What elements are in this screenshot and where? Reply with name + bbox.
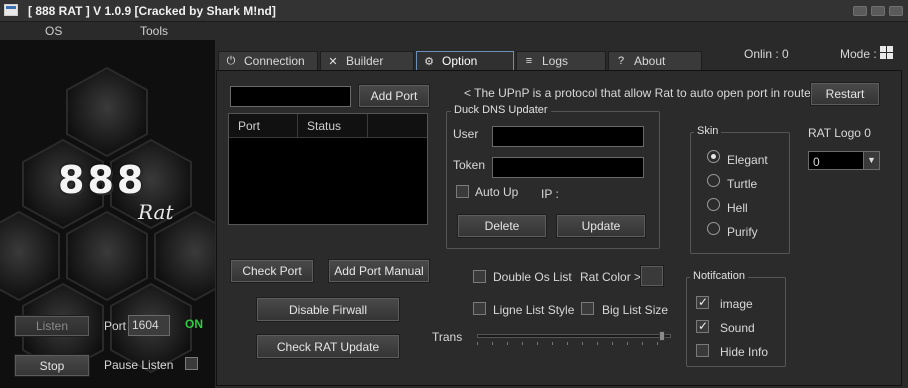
listen-status-badge: ON [185, 317, 203, 331]
menu-tools[interactable]: Tools [140, 24, 168, 38]
skin-radio-purify[interactable] [707, 222, 720, 235]
menu-bar: OS Tools [0, 22, 908, 40]
port-table[interactable]: Port Status [228, 113, 428, 225]
title-bar: [ 888 RAT ] V 1.0.9 [Cracked by Shark M!… [0, 0, 908, 22]
ip-label: IP : [541, 187, 559, 201]
trans-slider[interactable] [477, 331, 671, 345]
trans-slider-track [477, 334, 671, 338]
online-count: Onlin : 0 [744, 47, 789, 61]
check-update-button[interactable]: Check RAT Update [256, 334, 400, 359]
duck-dns-title: Duck DNS Updater [451, 104, 551, 116]
trans-label: Trans [432, 330, 463, 344]
hide-info-checkbox[interactable] [696, 344, 709, 357]
skin-radio-hell[interactable] [707, 198, 720, 211]
listen-button[interactable]: Listen [14, 315, 90, 337]
big-list-size-checkbox[interactable] [581, 302, 594, 315]
pause-listen-checkbox[interactable] [185, 357, 198, 370]
tab-option[interactable]: ⚙ Option [416, 51, 514, 71]
gear-icon: ⚙ [424, 55, 434, 68]
tab-connection[interactable]: ⏻ Connection [218, 51, 318, 71]
app-icon [4, 4, 18, 16]
skin-radio-elegant[interactable] [707, 150, 720, 163]
logs-icon: ≡ [525, 55, 533, 67]
help-icon: ? [617, 55, 625, 67]
stop-button[interactable]: Stop [14, 354, 90, 377]
upnp-note: < The UPnP is a protocol that allow Rat … [464, 86, 815, 100]
token-input[interactable] [492, 157, 644, 178]
windows-icon [880, 46, 894, 60]
big-list-size-label: Big List Size [602, 303, 669, 317]
auto-up-checkbox[interactable] [456, 185, 469, 198]
ligne-list-style-label: Ligne List Style [493, 303, 575, 317]
close-button[interactable] [889, 6, 903, 16]
column-divider [367, 114, 368, 138]
rat-color-label: Rat Color > [580, 270, 642, 284]
logo-rat: Rat [138, 200, 174, 224]
token-label: Token [453, 158, 486, 172]
rat-logo-value: 0 [813, 155, 820, 169]
skin-radio-turtle[interactable] [707, 174, 720, 187]
double-os-list-checkbox[interactable] [473, 270, 486, 283]
add-port-input[interactable] [230, 86, 351, 107]
logo-888: 888 [58, 158, 147, 202]
auto-up-label: Auto Up [475, 185, 519, 199]
trans-slider-ticks [477, 342, 671, 345]
update-button[interactable]: Update [556, 214, 646, 238]
maximize-button[interactable] [871, 6, 885, 16]
add-port-button[interactable]: Add Port [358, 84, 430, 108]
window-title: [ 888 RAT ] V 1.0.9 [Cracked by Shark M!… [28, 4, 276, 18]
image-label: image [720, 297, 753, 311]
tab-about-label: About [634, 54, 666, 68]
tab-logs[interactable]: ≡ Logs [516, 51, 606, 71]
tab-option-label: Option [442, 54, 478, 68]
ligne-list-style-checkbox[interactable] [473, 302, 486, 315]
user-label: User [453, 127, 479, 141]
tab-builder[interactable]: ✕ Builder [320, 51, 414, 71]
tools-icon: ✕ [328, 55, 338, 68]
disable-firewall-button[interactable]: Disable Firwall [256, 297, 400, 322]
delete-button[interactable]: Delete [457, 214, 547, 238]
sound-label: Sound [720, 321, 755, 335]
sound-checkbox[interactable] [696, 319, 709, 333]
notification-title: Notifcation [690, 270, 748, 282]
trans-slider-thumb[interactable] [659, 331, 665, 341]
chevron-down-icon: ▼ [863, 152, 879, 169]
column-divider [297, 114, 298, 138]
hide-info-label: Hide Info [720, 345, 769, 359]
rat-logo-label: RAT Logo 0 [808, 126, 871, 140]
skin-label-hell: Hell [727, 201, 748, 215]
menu-os[interactable]: OS [45, 24, 62, 38]
port-input[interactable]: 1604 [128, 315, 170, 336]
mode-label: Mode : [840, 47, 877, 61]
port-label: Port [104, 319, 127, 333]
check-port-button[interactable]: Check Port [230, 259, 314, 283]
tab-connection-label: Connection [244, 54, 305, 68]
image-checkbox[interactable] [696, 295, 709, 309]
user-input[interactable] [492, 126, 644, 147]
add-port-manual-button[interactable]: Add Port Manual [328, 259, 430, 283]
skin-label-purify: Purify [727, 225, 758, 239]
skin-label-elegant: Elegant [727, 153, 768, 167]
pause-listen-label: Pause Listen [104, 358, 174, 372]
plug-icon: ⏻ [226, 54, 236, 67]
tab-about[interactable]: ? About [608, 51, 702, 71]
column-status: Status [307, 119, 342, 133]
skin-title: Skin [694, 125, 722, 137]
port-table-header: Port Status [229, 114, 427, 138]
skin-label-turtle: Turtle [727, 177, 758, 191]
minimize-button[interactable] [853, 6, 867, 16]
rat-logo-select[interactable]: 0 ▼ [808, 151, 880, 170]
tab-logs-label: Logs [542, 54, 569, 68]
rat-color-picker[interactable] [640, 265, 664, 287]
column-port: Port [238, 119, 261, 133]
tab-builder-label: Builder [346, 54, 384, 68]
restart-button[interactable]: Restart [810, 82, 880, 106]
double-os-list-label: Double Os List [493, 270, 572, 284]
